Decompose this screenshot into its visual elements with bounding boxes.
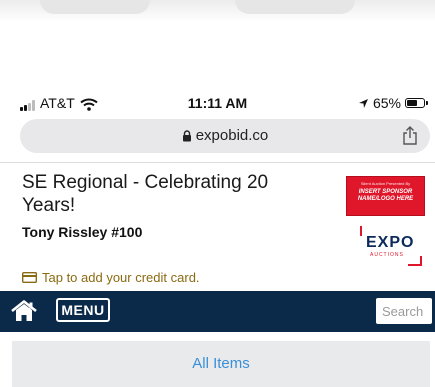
credit-card-label: Tap to add your credit card.	[42, 270, 200, 285]
sponsor-main-text: INSERT SPONSOR NAME/LOGO HERE	[357, 189, 414, 202]
location-arrow-icon	[358, 98, 368, 108]
lock-icon	[182, 130, 191, 142]
url-label: expobid.co	[195, 127, 269, 144]
expo-auctions-logo: EXPO AUCTIONS	[360, 226, 422, 266]
logo-sub-text: AUCTIONS	[370, 252, 404, 258]
logo-main-text: EXPO	[366, 234, 415, 251]
main-navbar: MENU	[0, 291, 435, 332]
add-credit-card-link[interactable]: Tap to add your credit card.	[22, 270, 200, 285]
top-background-fade	[0, 0, 435, 22]
bidder-name: Tony Rissley #100	[22, 224, 143, 240]
search-input[interactable]	[376, 298, 432, 324]
battery-nub	[426, 101, 428, 105]
share-icon[interactable]	[402, 126, 418, 146]
address-text[interactable]: expobid.co	[20, 119, 430, 153]
home-icon[interactable]	[10, 300, 38, 322]
event-title: SE Regional - Celebrating 20 Years!	[22, 172, 269, 216]
header-divider	[0, 162, 435, 163]
status-right: 65%	[358, 95, 428, 111]
menu-button[interactable]: MENU	[56, 298, 110, 322]
all-items-button[interactable]: All Items	[12, 341, 430, 387]
sponsor-small-text: Silent Auction Presented By	[360, 181, 411, 186]
top-shape	[235, 0, 355, 14]
battery-icon	[405, 98, 428, 108]
credit-card-icon	[22, 272, 37, 283]
battery-percent: 65%	[372, 95, 401, 111]
sponsor-logo-placeholder[interactable]: Silent Auction Presented By INSERT SPONS…	[346, 176, 425, 216]
address-bar[interactable]: expobid.co	[20, 119, 430, 153]
top-shape	[40, 0, 150, 14]
battery-fill	[407, 100, 417, 106]
status-bar: AT&T 11:11 AM 65%	[0, 92, 435, 116]
